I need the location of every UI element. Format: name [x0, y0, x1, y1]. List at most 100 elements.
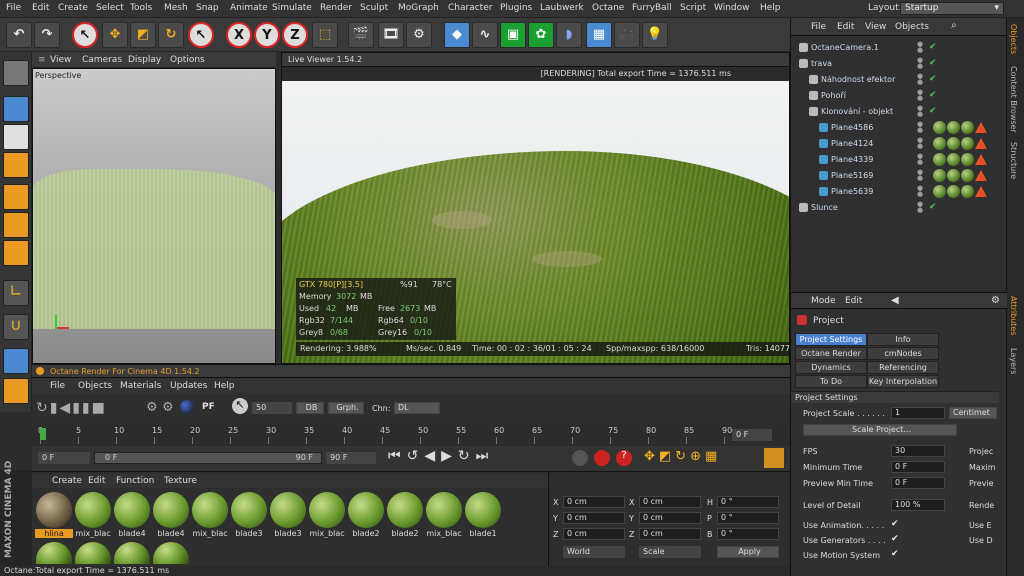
- object-row[interactable]: Klonování - objekt ● ● ✔: [791, 104, 1007, 120]
- grph-button[interactable]: Grph.: [328, 402, 364, 414]
- object-row[interactable]: trava ● ● ✔: [791, 56, 1007, 72]
- attr-tab-octane-render[interactable]: Octane Render: [795, 347, 867, 360]
- render-menu-materials[interactable]: Materials: [120, 381, 161, 391]
- material-tag-icon[interactable]: [961, 121, 974, 134]
- edges-mode-icon[interactable]: [3, 212, 29, 238]
- array-icon[interactable]: ✿: [528, 22, 554, 48]
- camera-icon[interactable]: 🎥: [614, 22, 640, 48]
- workplane-icon[interactable]: [3, 152, 29, 178]
- visibility-dots[interactable]: ● ●: [917, 169, 923, 182]
- redo-icon[interactable]: ↷: [34, 22, 60, 48]
- min-time-input[interactable]: 0 F: [891, 461, 945, 473]
- render-menu-file[interactable]: File: [50, 381, 65, 391]
- project-scale-input[interactable]: 1: [891, 407, 945, 419]
- undo-icon[interactable]: ↶: [6, 22, 32, 48]
- settings-icon[interactable]: ⚙: [991, 295, 1000, 306]
- material-swatch[interactable]: [309, 492, 345, 528]
- material-tag-icon[interactable]: [947, 153, 960, 166]
- material-swatch[interactable]: [387, 492, 423, 528]
- tab-objects[interactable]: Objects: [1009, 24, 1018, 54]
- viewport-menu-display[interactable]: Display: [128, 55, 161, 65]
- mat-menu-edit[interactable]: Edit: [88, 476, 105, 486]
- material-tag-icon[interactable]: [933, 137, 946, 150]
- visibility-dots[interactable]: ● ●: [917, 201, 923, 214]
- material-swatch[interactable]: [231, 492, 267, 528]
- render-settings-icon[interactable]: ⚙: [162, 400, 174, 415]
- visibility-dots[interactable]: ● ●: [917, 41, 923, 54]
- material-swatch[interactable]: [153, 492, 189, 528]
- coordinate-system-icon[interactable]: ⬚: [312, 22, 338, 48]
- rotation-h-input[interactable]: 0 °: [717, 496, 779, 508]
- attr-tab-info[interactable]: Info: [867, 333, 939, 346]
- live-select-icon[interactable]: ↖: [188, 22, 214, 48]
- use-animation-checkbox[interactable]: ✔: [891, 519, 899, 529]
- enabled-check-icon[interactable]: ✔: [929, 202, 937, 212]
- apply-button[interactable]: Apply: [717, 546, 779, 558]
- enabled-check-icon[interactable]: ✔: [929, 58, 937, 68]
- coord-x-input[interactable]: 0 cm: [563, 496, 625, 508]
- enabled-check-icon[interactable]: ✔: [929, 74, 937, 84]
- scale-project-button[interactable]: Scale Project...: [803, 424, 957, 436]
- tab-content-browser[interactable]: Content Browser: [1009, 66, 1018, 133]
- world-select[interactable]: World: [563, 546, 625, 558]
- fps-input[interactable]: 30: [891, 445, 945, 457]
- texture-mode-icon[interactable]: [3, 124, 29, 150]
- material-swatch[interactable]: [153, 542, 189, 564]
- object-row[interactable]: Plane5169 ● ●: [791, 168, 1007, 184]
- render-menu-help[interactable]: Help: [214, 381, 235, 391]
- material-swatch[interactable]: [192, 492, 228, 528]
- size-z-input[interactable]: 0 cm: [639, 528, 701, 540]
- attr-menu-mode[interactable]: Mode: [811, 296, 836, 306]
- material-tag-icon[interactable]: [947, 169, 960, 182]
- object-row[interactable]: Plane5639 ● ●: [791, 184, 1007, 200]
- attr-tab-key-interpolation[interactable]: Key Interpolation: [867, 375, 939, 388]
- grid-snap-icon[interactable]: [3, 348, 29, 374]
- material-swatch[interactable]: [465, 492, 501, 528]
- warning-tag-icon[interactable]: [975, 138, 987, 149]
- menu-sculpt[interactable]: Sculpt: [360, 3, 388, 13]
- object-row[interactable]: Slunce ● ● ✔: [791, 200, 1007, 216]
- select-tool-icon[interactable]: ↖: [72, 22, 98, 48]
- attr-menu-edit[interactable]: Edit: [845, 296, 862, 306]
- visibility-dots[interactable]: ● ●: [917, 105, 923, 118]
- record-icon[interactable]: [594, 450, 610, 466]
- attr-tab-to-do[interactable]: To Do: [795, 375, 867, 388]
- floor-icon[interactable]: ▦: [586, 22, 612, 48]
- object-row[interactable]: Plane4586 ● ●: [791, 120, 1007, 136]
- material-tag-icon[interactable]: [961, 169, 974, 182]
- render-picture-icon[interactable]: 🎞: [378, 22, 404, 48]
- enabled-check-icon[interactable]: ✔: [929, 90, 937, 100]
- render-menu-objects[interactable]: Objects: [78, 381, 112, 391]
- viewport-menu-view[interactable]: View: [50, 55, 71, 65]
- polygons-mode-icon[interactable]: [3, 240, 29, 266]
- menu-script[interactable]: Script: [680, 3, 706, 13]
- material-tag-icon[interactable]: [961, 137, 974, 150]
- back-arrow-icon[interactable]: ◀: [891, 295, 899, 306]
- render-settings-icon[interactable]: ⚙: [406, 22, 432, 48]
- warning-tag-icon[interactable]: [975, 122, 987, 133]
- render-gear-icon[interactable]: ⚙: [146, 400, 158, 415]
- material-swatch[interactable]: [270, 492, 306, 528]
- mat-menu-create[interactable]: Create: [52, 476, 82, 486]
- material-swatch[interactable]: [75, 492, 111, 528]
- visibility-dots[interactable]: ● ●: [917, 137, 923, 150]
- axis-icon[interactable]: ∟: [3, 280, 29, 306]
- material-swatch[interactable]: [36, 492, 72, 528]
- menu-octane[interactable]: Octane: [592, 3, 624, 13]
- search-icon[interactable]: ⌕: [951, 20, 957, 31]
- layout-select[interactable]: Startup ▾: [900, 2, 1004, 15]
- menu-plugins[interactable]: Plugins: [500, 3, 532, 13]
- menu-help[interactable]: Help: [760, 3, 781, 13]
- spline-icon[interactable]: ∿: [472, 22, 498, 48]
- cube-icon[interactable]: ◆: [444, 22, 470, 48]
- menu-laubwerk[interactable]: Laubwerk: [540, 3, 584, 13]
- material-tag-icon[interactable]: [961, 153, 974, 166]
- make-editable-icon[interactable]: [3, 60, 29, 86]
- render-menu-updates[interactable]: Updates: [170, 381, 207, 391]
- visibility-dots[interactable]: ● ●: [917, 121, 923, 134]
- menu-create[interactable]: Create: [58, 3, 88, 13]
- visibility-dots[interactable]: ● ●: [917, 89, 923, 102]
- material-swatch[interactable]: [75, 542, 111, 564]
- timeline-icon[interactable]: [764, 448, 784, 468]
- object-row[interactable]: OctaneCamera.1 ● ● ✔: [791, 40, 1007, 56]
